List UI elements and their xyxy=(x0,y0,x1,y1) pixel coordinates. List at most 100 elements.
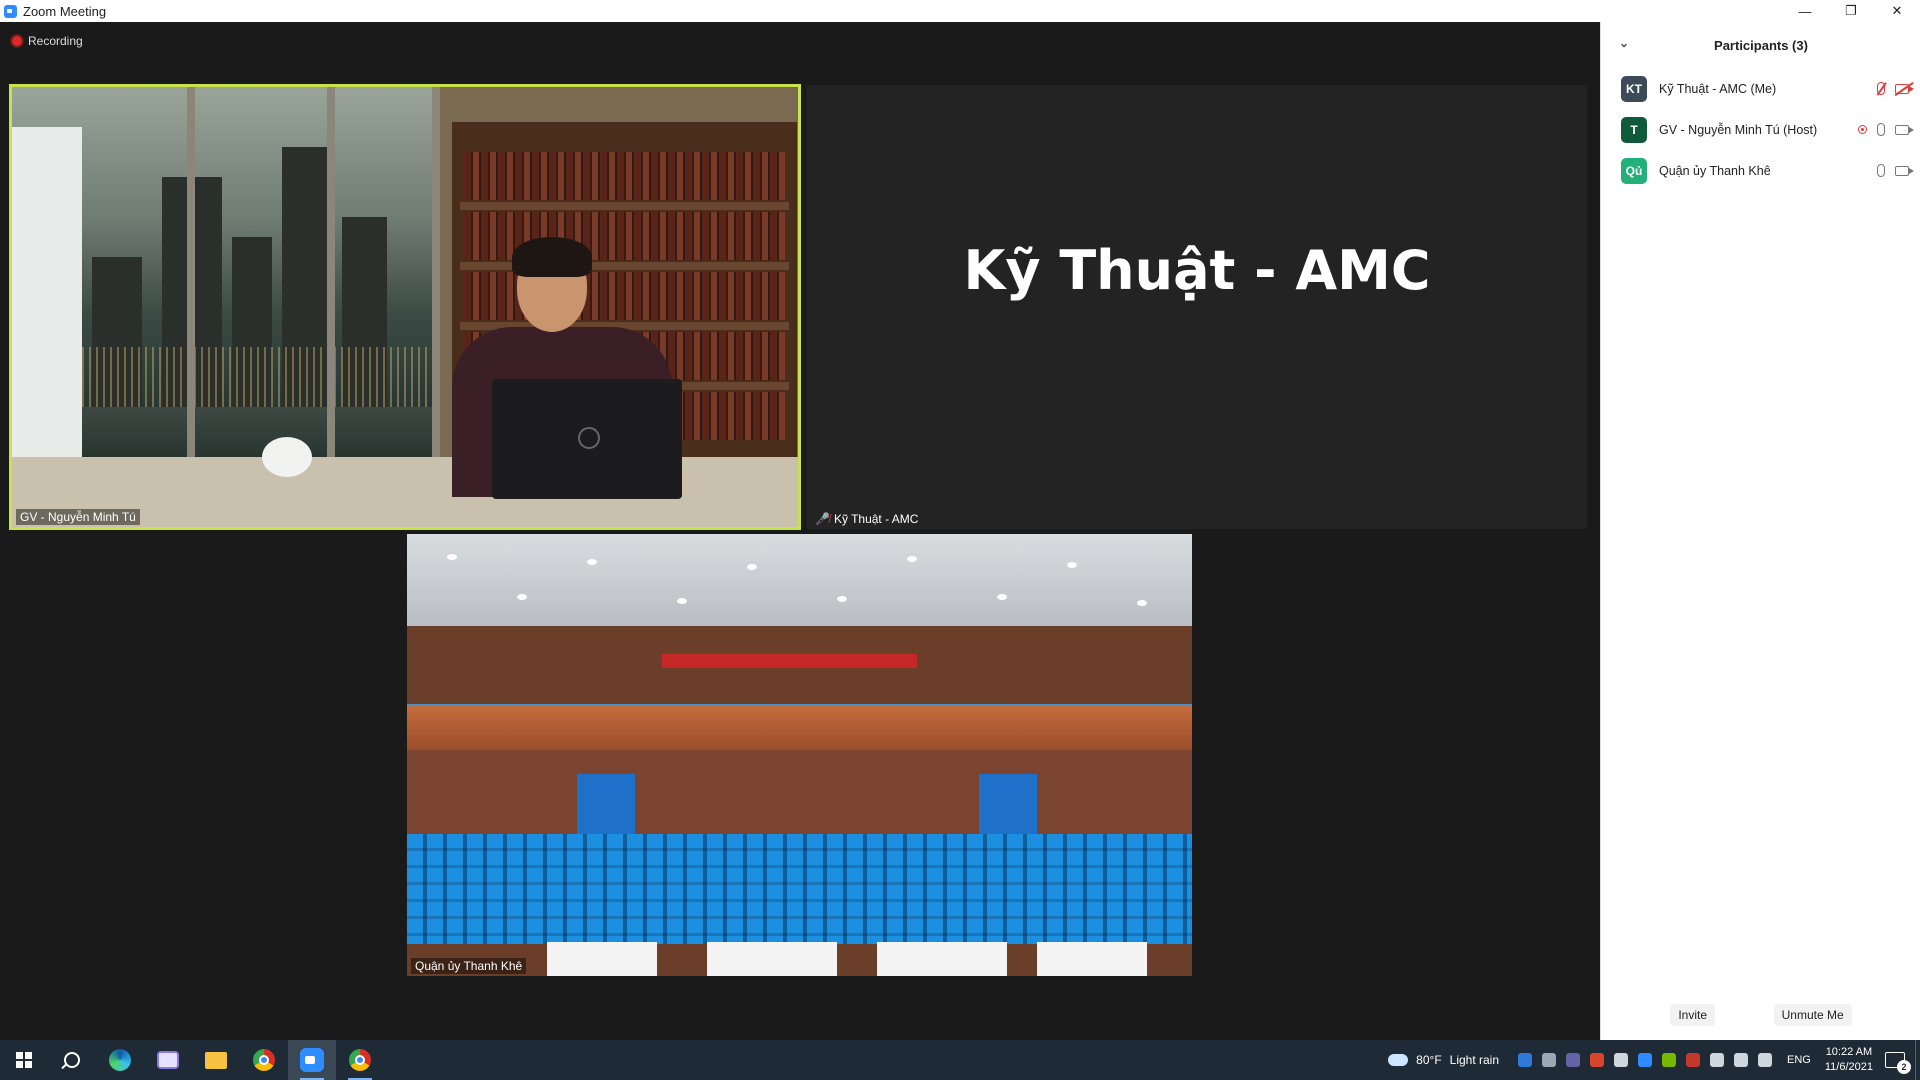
volume-icon[interactable] xyxy=(1758,1053,1773,1067)
vivaldi-icon[interactable] xyxy=(1686,1053,1701,1067)
taskbar-file-explorer[interactable] xyxy=(192,1040,240,1080)
taskbar-search-button[interactable] xyxy=(48,1040,96,1080)
recording-dot-icon xyxy=(12,36,22,46)
notification-badge: 2 xyxy=(1897,1060,1911,1074)
taskbar-snipping-tool[interactable] xyxy=(144,1040,192,1080)
invite-button[interactable]: Invite xyxy=(1670,1004,1715,1026)
windows-taskbar: 80°F Light rain ENG 10:22 AM 11/6/2021 2 xyxy=(0,1040,1920,1080)
show-desktop-button[interactable] xyxy=(1915,1040,1920,1080)
snipping-tool-icon xyxy=(157,1051,179,1069)
ceiling xyxy=(407,534,1192,626)
front-table xyxy=(547,942,657,976)
onedrive-icon[interactable] xyxy=(1518,1053,1533,1067)
zoom-app-icon xyxy=(4,4,17,18)
studio-video-feed xyxy=(12,87,798,527)
recording-icon xyxy=(1858,125,1867,134)
folder-icon xyxy=(205,1051,227,1069)
meeting-area: Recording GV - Nguyễn Minh Tú Kỹ Thuật -… xyxy=(0,22,1600,1040)
unmute-me-button[interactable]: Unmute Me xyxy=(1773,1004,1852,1026)
windows-logo-icon xyxy=(16,1052,32,1068)
display-icon[interactable] xyxy=(1614,1053,1629,1067)
participant-name: Quận ủy Thanh Khê xyxy=(1659,163,1771,178)
app-tray-icon[interactable] xyxy=(1590,1053,1605,1067)
front-table xyxy=(1037,942,1147,976)
recording-label: Recording xyxy=(28,34,83,48)
mic-muted-icon[interactable] xyxy=(1877,82,1885,95)
participants-header: ⌄ Participants (3) xyxy=(1601,22,1920,68)
notification-center-icon[interactable]: 2 xyxy=(1885,1052,1911,1074)
zoom-icon xyxy=(300,1048,324,1072)
collapse-chevron-icon[interactable]: ⌄ xyxy=(1619,36,1629,50)
tile-name-qu: Quận ủy Thanh Khê xyxy=(415,959,523,973)
teams-icon[interactable] xyxy=(1566,1053,1581,1067)
whiteboard xyxy=(12,127,82,507)
video-tile-qu[interactable]: Quận ủy Thanh Khê xyxy=(407,534,1192,976)
front-table xyxy=(877,942,1007,976)
clock-time: 10:22 AM xyxy=(1825,1046,1873,1058)
teapot xyxy=(262,437,312,477)
tile-name-label: Quận ủy Thanh Khê xyxy=(411,958,527,974)
taskbar-edge[interactable] xyxy=(96,1040,144,1080)
restore-button[interactable]: ❐ xyxy=(1828,0,1874,22)
weather-widget[interactable]: 80°F Light rain xyxy=(1388,1053,1499,1067)
avatar: T xyxy=(1621,116,1647,143)
mic-icon xyxy=(1877,123,1885,136)
participant-status-icons xyxy=(1858,109,1914,150)
network-icon[interactable] xyxy=(1734,1053,1749,1067)
participants-panel: ⌄ Participants (3) KT Kỹ Thuật - AMC (Me… xyxy=(1600,22,1920,1040)
participant-row[interactable]: Qủ Quận ủy Thanh Khê xyxy=(1601,150,1920,191)
taskbar-chrome[interactable] xyxy=(240,1040,288,1080)
laptop-logo xyxy=(578,427,600,449)
placeholder-display-name: Kỹ Thuật - AMC xyxy=(963,239,1431,302)
participant-name: Kỹ Thuật - AMC (Me) xyxy=(1659,81,1777,96)
system-tray: 80°F Light rain ENG 10:22 AM 11/6/2021 2 xyxy=(1388,1040,1920,1080)
zoom-tray-icon[interactable] xyxy=(1638,1053,1653,1067)
tile-name-gv: GV - Nguyễn Minh Tú xyxy=(20,510,136,524)
balcony xyxy=(407,706,1192,750)
video-tile-gv[interactable]: GV - Nguyễn Minh Tú xyxy=(9,84,801,530)
muted-mic-icon: 🎤̸ xyxy=(815,512,830,526)
avatar: Qủ xyxy=(1621,157,1647,184)
video-icon xyxy=(1895,165,1914,176)
weather-temp: 80°F xyxy=(1416,1053,1442,1067)
chrome-icon xyxy=(253,1049,275,1071)
start-button[interactable] xyxy=(0,1040,48,1080)
participant-row[interactable]: T GV - Nguyễn Minh Tú (Host) xyxy=(1601,109,1920,150)
participant-name: GV - Nguyễn Minh Tú (Host) xyxy=(1659,122,1818,137)
participant-status-icons xyxy=(1877,150,1914,191)
tile-name-label: 🎤̸ Kỹ Thuật - AMC xyxy=(811,511,922,527)
seat-rows-overlay xyxy=(407,834,1192,944)
red-banner xyxy=(662,654,917,668)
weather-condition: Light rain xyxy=(1449,1053,1500,1067)
video-off-icon[interactable] xyxy=(1895,83,1914,94)
language-indicator[interactable]: ENG xyxy=(1787,1054,1811,1066)
window-title: Zoom Meeting xyxy=(23,3,107,19)
presenter-hair xyxy=(512,237,592,277)
clock[interactable]: 10:22 AM 11/6/2021 xyxy=(1825,1045,1873,1075)
nvidia-icon[interactable] xyxy=(1662,1053,1677,1067)
front-table xyxy=(707,942,837,976)
recording-indicator[interactable]: Recording xyxy=(12,34,83,48)
tile-name-label: GV - Nguyễn Minh Tú xyxy=(16,509,140,525)
window-controls: — ❐ ✕ xyxy=(1782,0,1920,22)
auditorium-video-feed xyxy=(407,534,1192,976)
chrome-profile-icon xyxy=(349,1049,371,1071)
search-icon xyxy=(64,1052,80,1068)
participants-title: Participants (3) xyxy=(1714,37,1808,53)
tile-name-kt: Kỹ Thuật - AMC xyxy=(833,512,919,526)
participant-row[interactable]: KT Kỹ Thuật - AMC (Me) xyxy=(1601,68,1920,109)
rain-cloud-icon xyxy=(1388,1054,1409,1066)
taskbar-zoom[interactable] xyxy=(288,1040,336,1080)
video-icon xyxy=(1895,124,1914,135)
minimize-button[interactable]: — xyxy=(1782,0,1828,22)
title-bar: Zoom Meeting — ❐ ✕ xyxy=(0,0,1920,22)
mic-icon xyxy=(1877,164,1885,177)
cloud-sync-icon[interactable] xyxy=(1542,1053,1557,1067)
taskbar-chrome-profile[interactable] xyxy=(336,1040,384,1080)
battery-icon[interactable] xyxy=(1710,1053,1725,1067)
close-button[interactable]: ✕ xyxy=(1874,0,1920,22)
avatar: KT xyxy=(1621,75,1647,102)
edge-icon xyxy=(109,1049,131,1071)
video-tile-kt[interactable]: Kỹ Thuật - AMC 🎤̸ Kỹ Thuật - AMC xyxy=(807,85,1587,529)
participant-status-icons xyxy=(1877,68,1914,109)
